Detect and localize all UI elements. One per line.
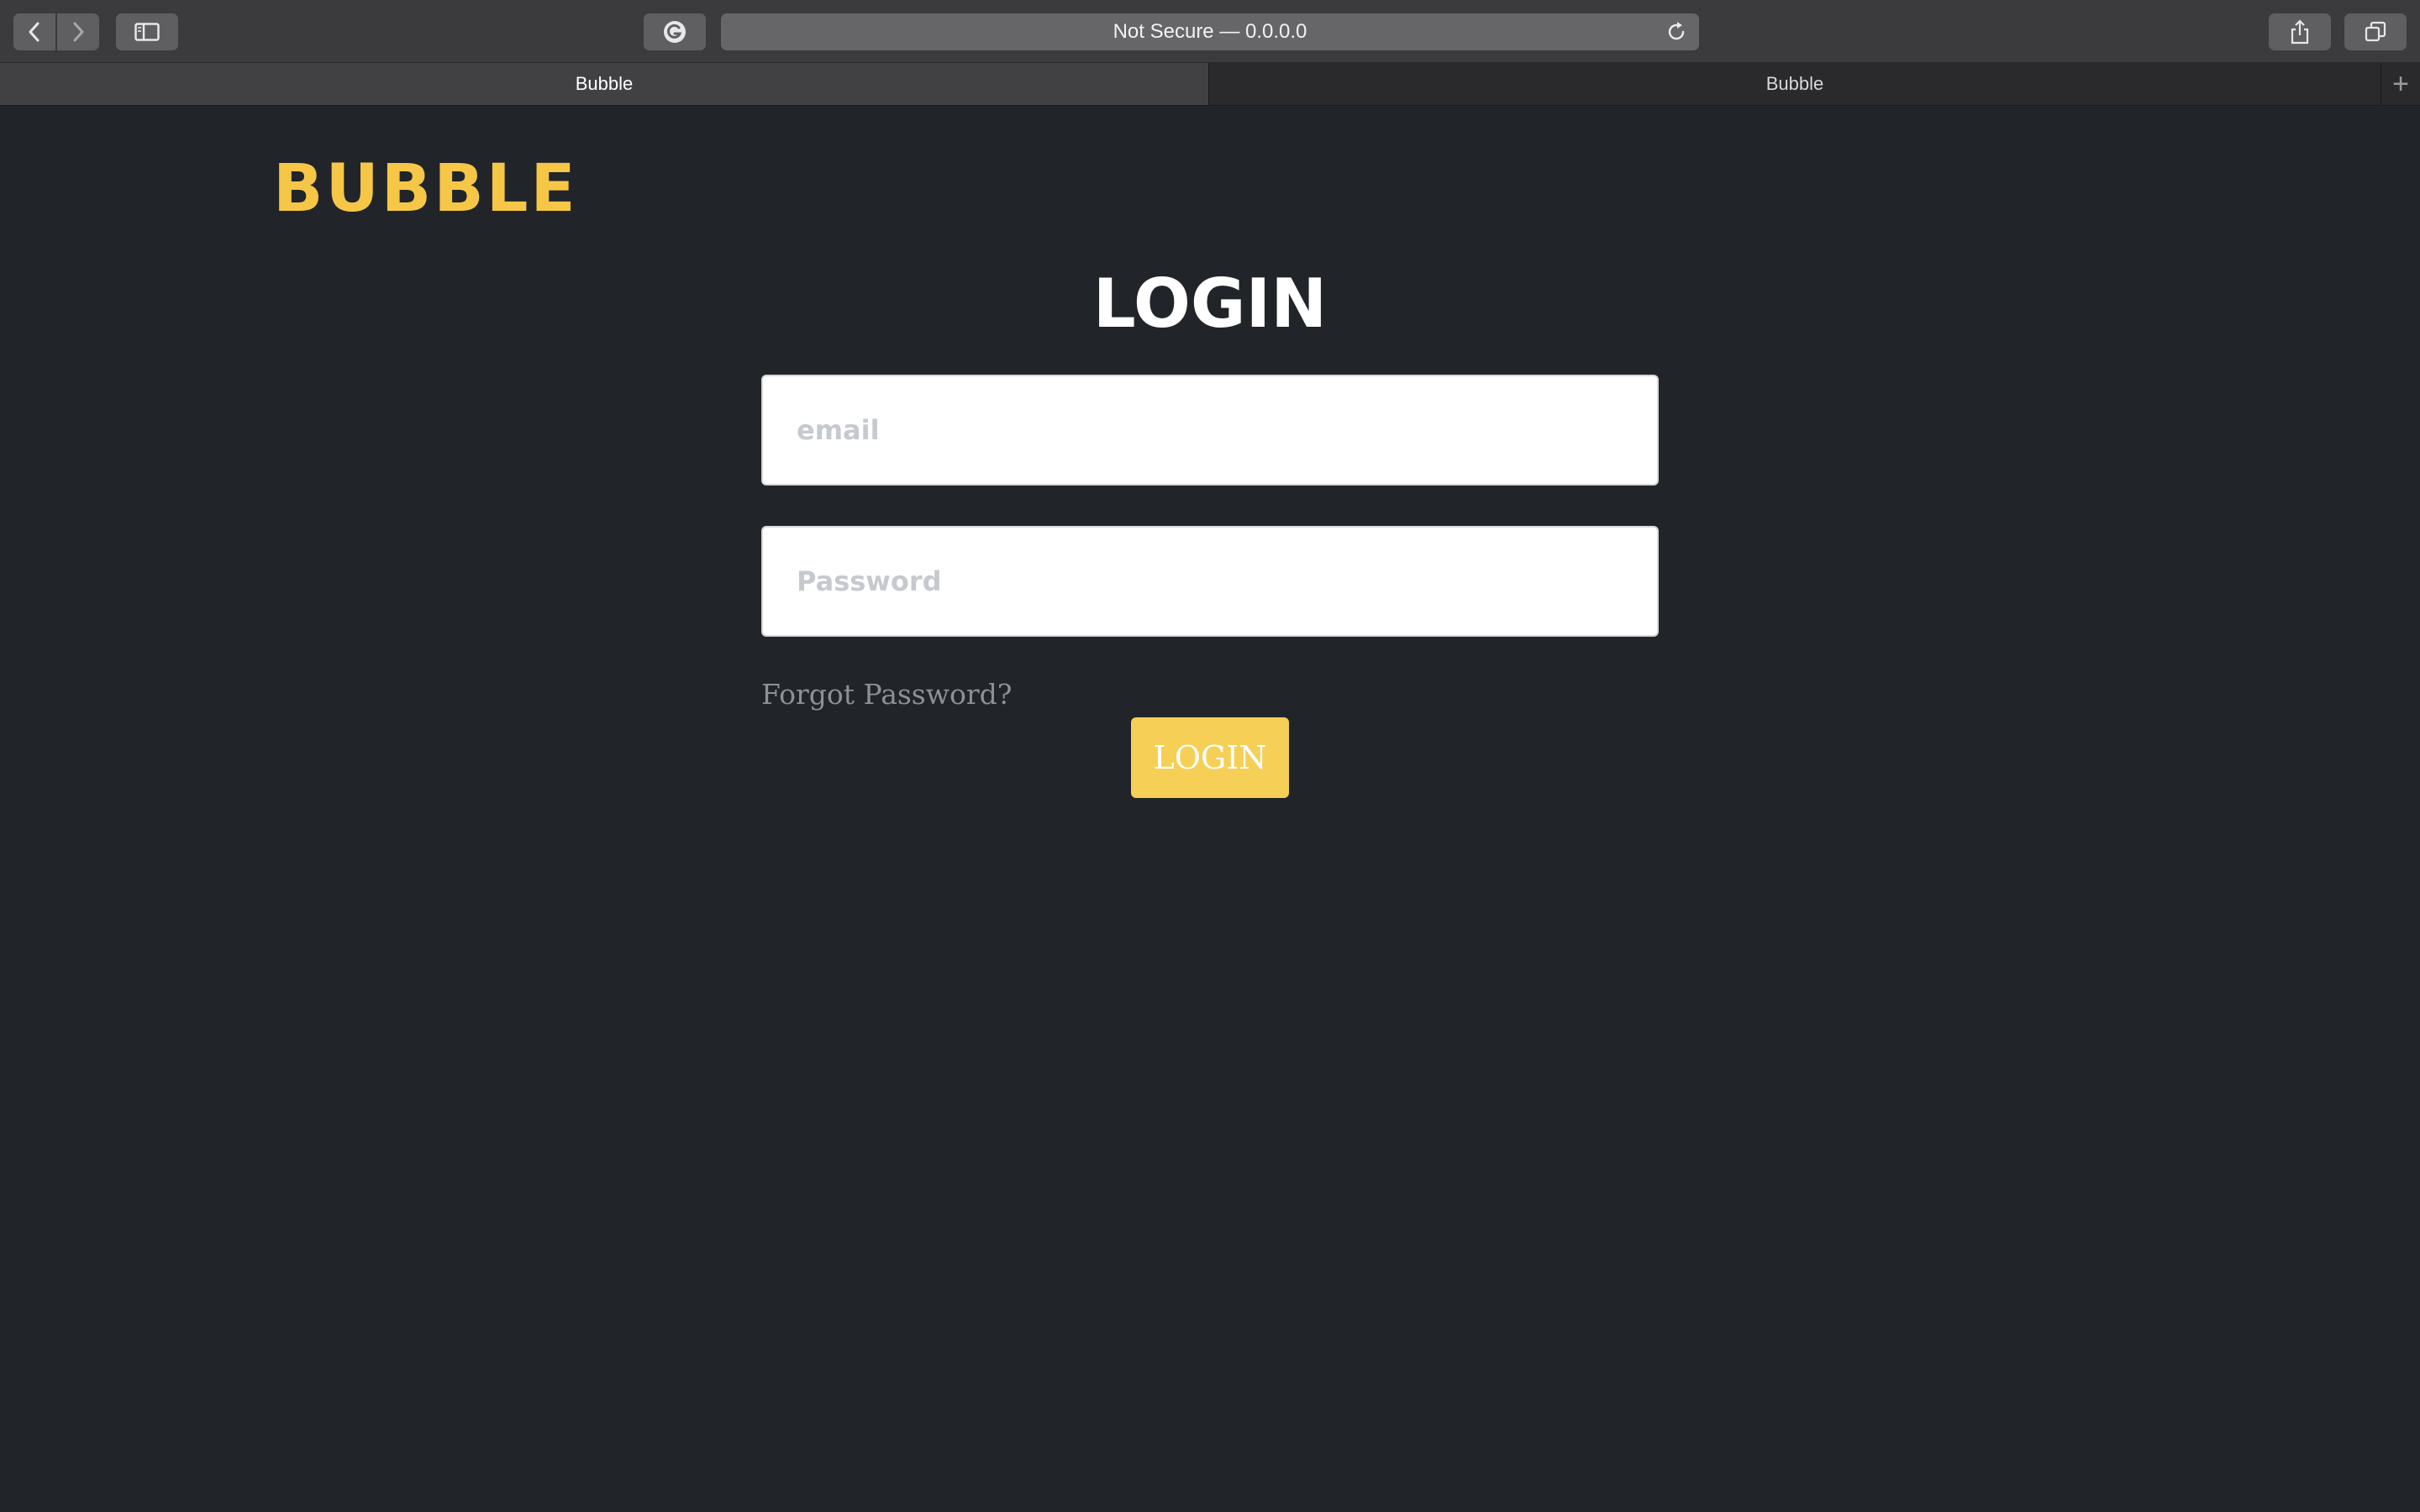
reload-icon[interactable] [1665, 21, 1687, 43]
share-button[interactable] [2269, 13, 2331, 50]
brand-logo[interactable]: BUBBLE [273, 156, 578, 222]
forgot-password-link[interactable]: Forgot Password? [761, 680, 1012, 708]
address-bar[interactable]: Not Secure — 0.0.0.0 [721, 13, 1699, 50]
tab-label: Bubble [1765, 73, 1824, 94]
sidebar-button[interactable] [116, 13, 178, 50]
chevron-left-icon [29, 22, 39, 42]
chevron-right-icon [73, 22, 84, 42]
sidebar-icon [134, 23, 160, 41]
tab-label: Bubble [575, 73, 634, 94]
new-tab-button[interactable]: + [2381, 63, 2420, 105]
share-icon [2291, 19, 2309, 45]
tab-bubble[interactable]: Bubble [1209, 63, 2381, 105]
address-text: Not Secure — 0.0.0.0 [1113, 20, 1307, 43]
grammarly-icon [664, 21, 686, 43]
tabs-overview-icon [2365, 21, 2386, 42]
back-button[interactable] [13, 13, 55, 50]
navigation-buttons [13, 13, 99, 50]
login-button[interactable]: LOGIN [1131, 717, 1289, 798]
forward-button[interactable] [57, 13, 99, 50]
plus-icon: + [2392, 67, 2409, 100]
password-field[interactable] [761, 526, 1659, 637]
extension-button[interactable] [644, 13, 706, 50]
tab-bar: Bubble Bubble + [0, 63, 2420, 106]
email-field[interactable] [761, 375, 1659, 486]
tab-bubble-active[interactable]: Bubble [0, 63, 1208, 105]
browser-toolbar: Not Secure — 0.0.0.0 [0, 0, 2420, 63]
page-title: LOGIN [1092, 265, 1328, 343]
tabs-overview-button[interactable] [2344, 13, 2407, 50]
